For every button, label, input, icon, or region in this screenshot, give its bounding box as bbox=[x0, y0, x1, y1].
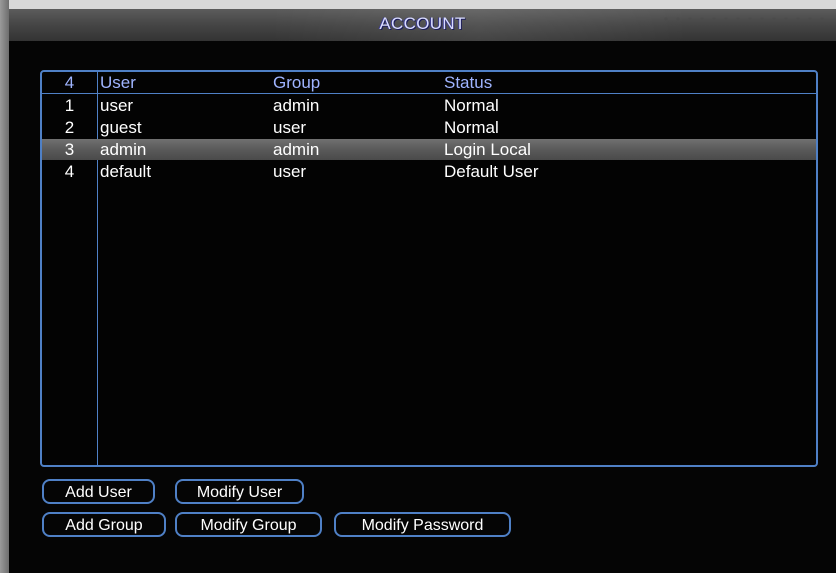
row-group: admin bbox=[273, 140, 320, 159]
row-group: user bbox=[273, 162, 307, 181]
row-index: 3 bbox=[64, 140, 75, 159]
window-title: ACCOUNT bbox=[379, 14, 466, 33]
header-group[interactable]: Group bbox=[273, 72, 320, 94]
row-user: admin bbox=[100, 140, 147, 159]
row-index: 2 bbox=[64, 118, 75, 137]
add-group-button[interactable]: Add Group bbox=[42, 512, 166, 537]
row-status: Default User bbox=[444, 162, 539, 181]
row-user: default bbox=[100, 162, 152, 181]
row-status: Normal bbox=[444, 96, 499, 115]
row-status: Normal bbox=[444, 118, 499, 137]
row-user: user bbox=[100, 96, 134, 115]
table-row[interactable]: 1 user admin Normal bbox=[42, 95, 816, 116]
table-header: 4 User Group Status bbox=[42, 72, 816, 94]
modify-user-button[interactable]: Modify User bbox=[175, 479, 304, 504]
table-row[interactable]: 4 default user Default User bbox=[42, 161, 816, 182]
window-frame-left bbox=[0, 0, 9, 573]
row-status: Login Local bbox=[444, 140, 531, 159]
table-row[interactable]: 2 guest user Normal bbox=[42, 117, 816, 138]
row-group: user bbox=[273, 118, 307, 137]
header-count: 4 bbox=[64, 73, 75, 92]
header-status[interactable]: Status bbox=[444, 72, 492, 94]
row-group: admin bbox=[273, 96, 320, 115]
modify-group-button[interactable]: Modify Group bbox=[175, 512, 322, 537]
content-area: 4 User Group Status 1 user admin Normal … bbox=[9, 41, 836, 573]
window-frame-top bbox=[0, 0, 836, 9]
modify-password-button[interactable]: Modify Password bbox=[334, 512, 511, 537]
account-window: ACCOUNT 4 User Group Status 1 user admin… bbox=[0, 0, 836, 573]
account-table: 4 User Group Status 1 user admin Normal … bbox=[40, 70, 818, 467]
row-index: 4 bbox=[64, 162, 75, 181]
row-user: guest bbox=[100, 118, 142, 137]
table-row[interactable]: 3 admin admin Login Local bbox=[42, 139, 816, 160]
row-index: 1 bbox=[64, 96, 75, 115]
add-user-button[interactable]: Add User bbox=[42, 479, 155, 504]
header-user[interactable]: User bbox=[100, 72, 136, 94]
title-bar[interactable]: ACCOUNT bbox=[9, 9, 836, 41]
